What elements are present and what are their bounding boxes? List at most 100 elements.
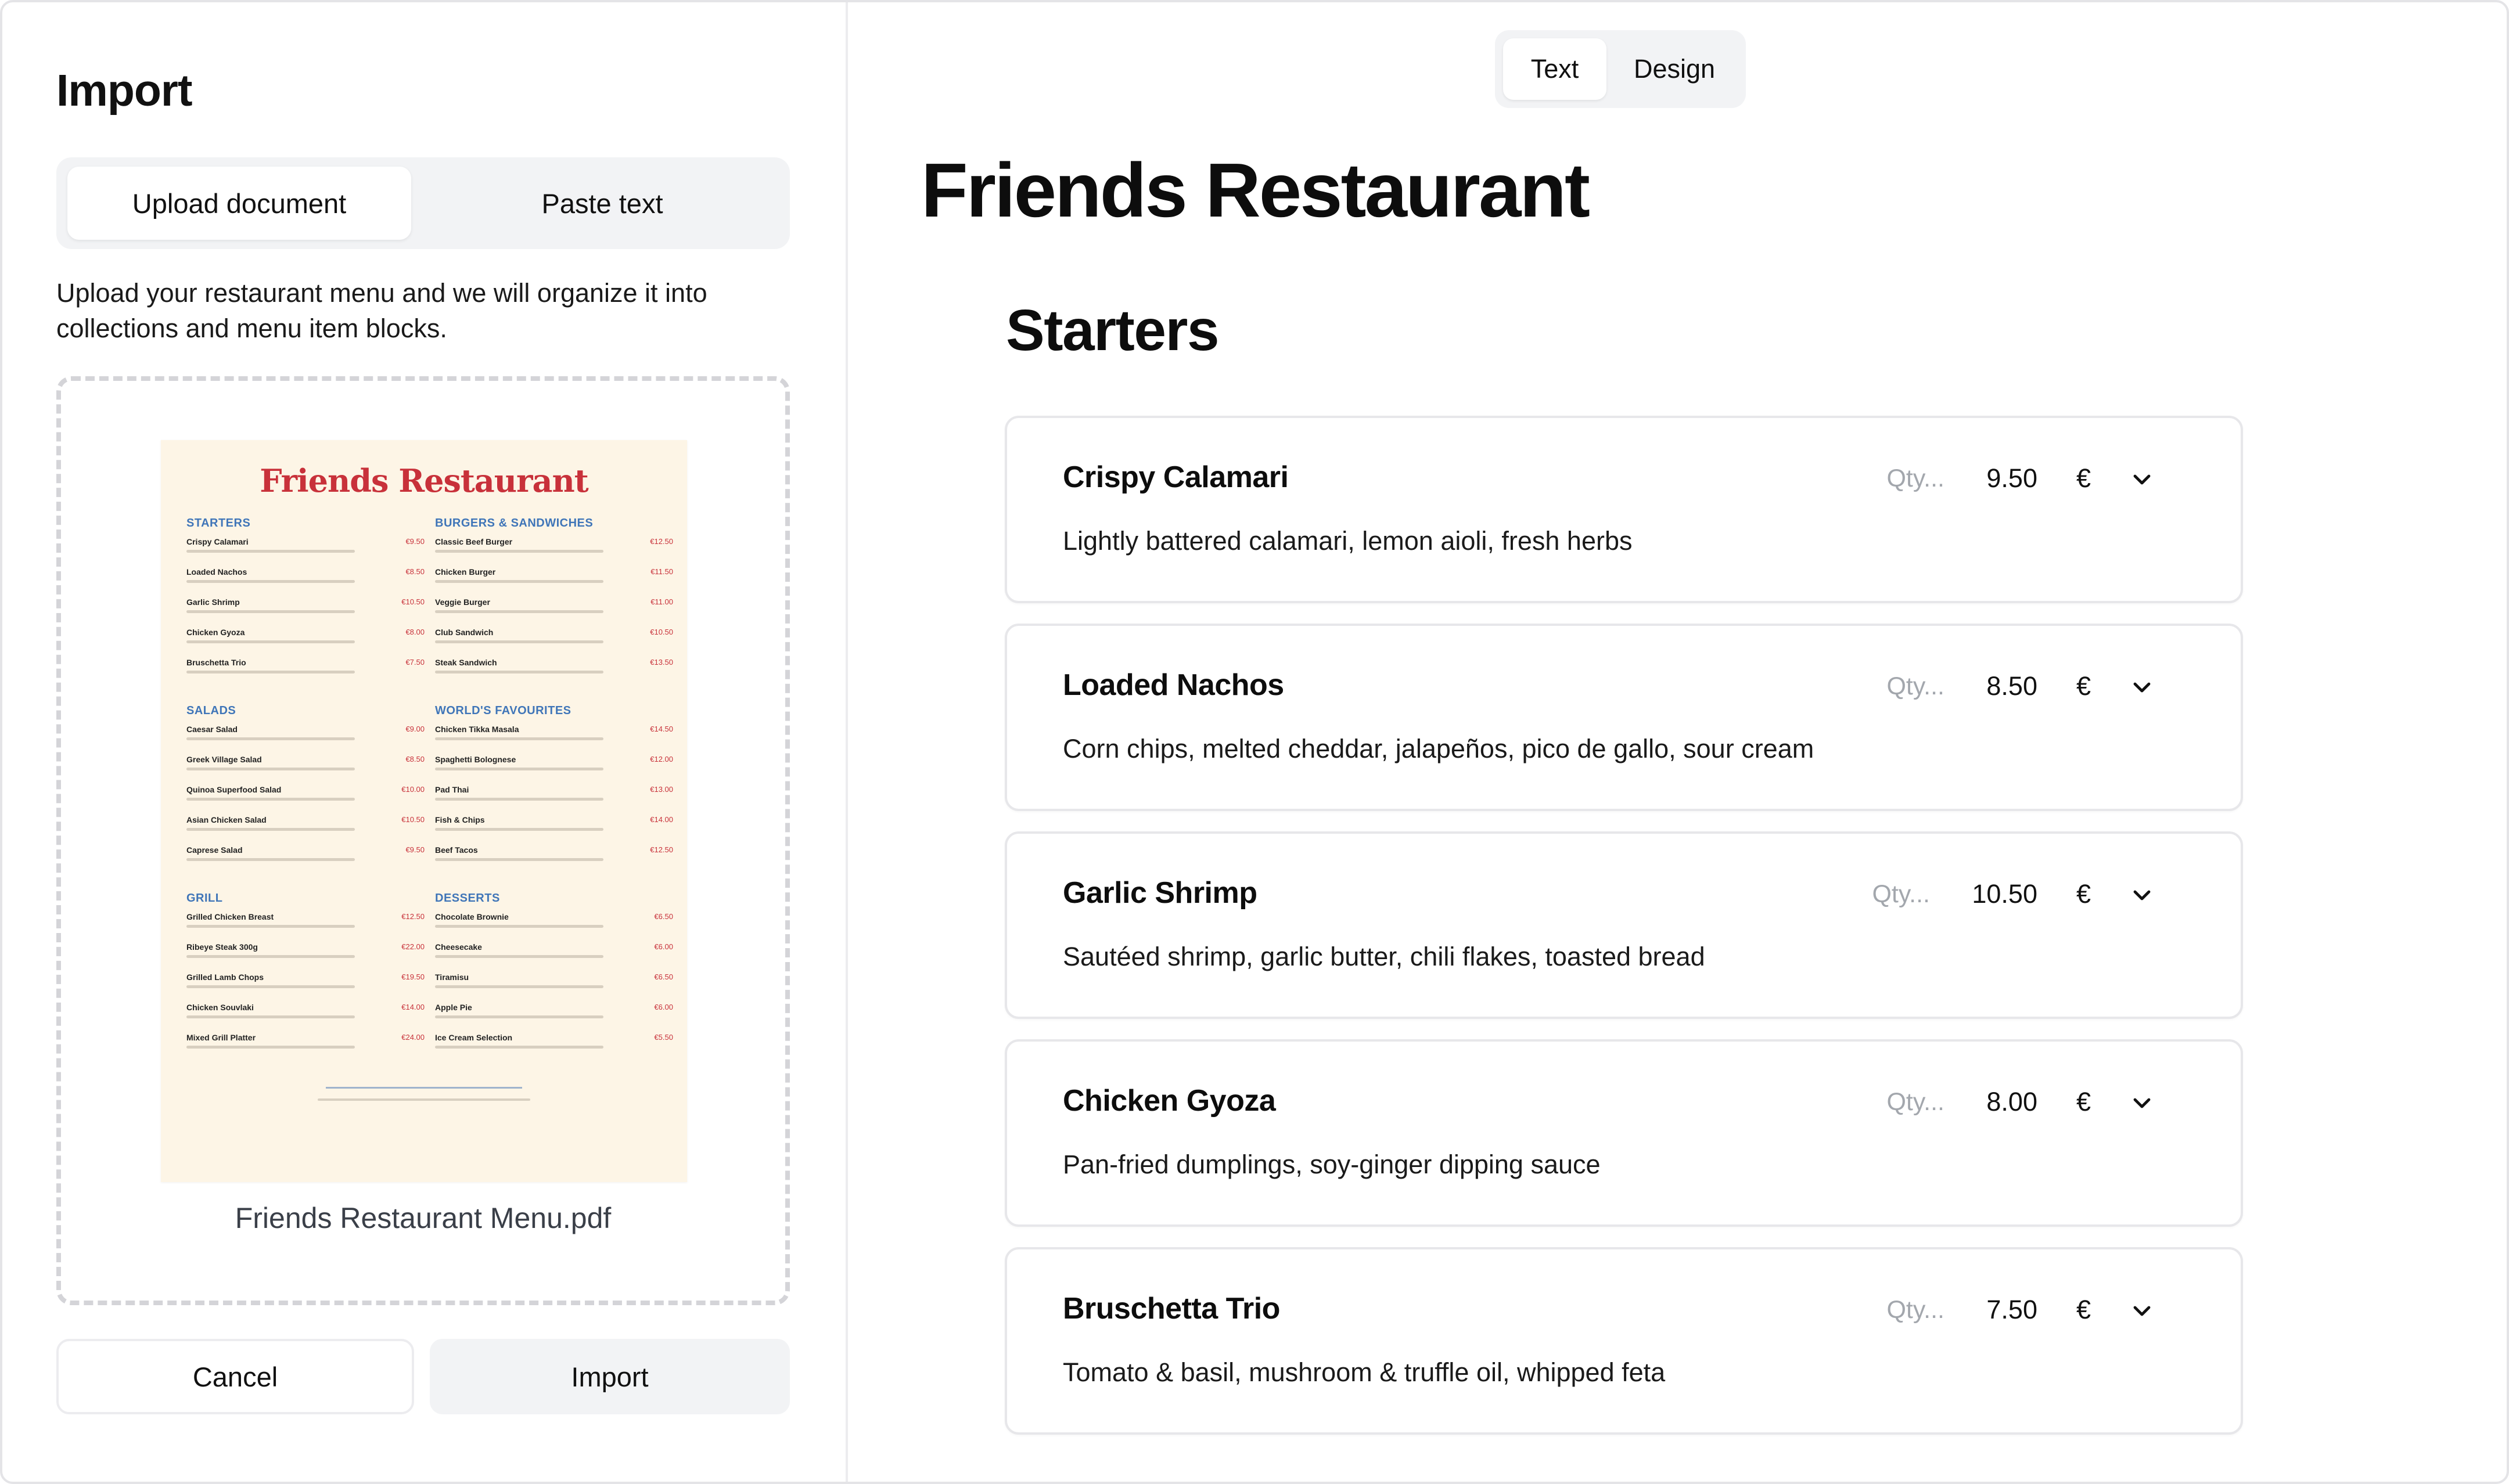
menu-editor: Text Design Friends Restaurant Starters … (850, 2, 2507, 1482)
preview-item: Quinoa Superfood Salad €10.00 (186, 785, 425, 815)
tab-upload-document[interactable]: Upload document (67, 167, 411, 240)
tab-paste-text[interactable]: Paste text (426, 167, 779, 240)
import-title: Import (56, 66, 193, 116)
item-description[interactable]: Lightly battered calamari, lemon aioli, … (1063, 526, 1633, 556)
upload-dropzone[interactable]: Friends Restaurant Starters Crispy Calama… (56, 376, 790, 1305)
restaurant-name[interactable]: Friends Restaurant (921, 146, 1590, 234)
item-description[interactable]: Sautéed shrimp, garlic butter, chili fla… (1063, 942, 1705, 972)
preview-item-price: €12.50 (401, 912, 425, 921)
preview-item-description-line (186, 955, 355, 958)
preview-section: Burgers & Sandwiches Classic Beef Burger €… (435, 517, 673, 688)
preview-item-description-line (186, 925, 355, 928)
preview-item-price: €7.50 (405, 658, 425, 667)
chevron-down-icon[interactable] (2130, 468, 2154, 491)
preview-item: Chocolate Brownie €6.50 (435, 912, 673, 942)
tab-text[interactable]: Text (1503, 38, 1606, 100)
price-input[interactable]: 7.50 (1950, 1295, 2037, 1325)
preview-item-name: Chicken Gyoza (186, 628, 245, 637)
preview-item-name: Crispy Calamari (186, 537, 249, 546)
document-thumbnail: Friends Restaurant Starters Crispy Calama… (161, 440, 687, 1182)
preview-column-left: Starters Crispy Calamari €9.50 Loaded Nacho… (186, 517, 425, 1079)
preview-item-price: €6.50 (654, 912, 673, 921)
item-name[interactable]: Bruschetta Trio (1063, 1291, 1280, 1326)
preview-section: Desserts Chocolate Brownie €6.50 Cheesecake… (435, 892, 673, 1063)
preview-item-name: Chicken Burger (435, 567, 496, 577)
menu-item-card[interactable]: Loaded Nachos Qty... 8.50 € Corn chips, … (1005, 624, 2243, 811)
preview-item: Pad Thai €13.00 (435, 785, 673, 815)
qty-input[interactable]: Qty... (1843, 880, 1930, 909)
preview-item-description-line (435, 985, 603, 988)
preview-item-description-line (186, 580, 355, 583)
preview-section: Salads Caesar Salad €9.00 Greek Village Sal… (186, 704, 425, 876)
preview-item-description-line (186, 1015, 355, 1018)
item-description[interactable]: Tomato & basil, mushroom & truffle oil, … (1063, 1357, 1665, 1388)
preview-item-description-line (435, 1046, 603, 1049)
menu-item-card[interactable]: Chicken Gyoza Qty... 8.00 € Pan-fried du… (1005, 1039, 2243, 1227)
currency-label: € (2076, 463, 2091, 493)
price-input[interactable]: 8.00 (1950, 1087, 2037, 1117)
preview-item-description-line (186, 737, 355, 740)
item-name[interactable]: Loaded Nachos (1063, 668, 1284, 703)
preview-item-description-line (435, 640, 603, 643)
preview-item-name: Ribeye Steak 300g (186, 942, 258, 952)
cancel-button[interactable]: Cancel (56, 1339, 414, 1414)
price-input[interactable]: 10.50 (1950, 879, 2037, 909)
menu-item-card[interactable]: Garlic Shrimp Qty... 10.50 € Sautéed shr… (1005, 831, 2243, 1019)
preview-item-description-line (435, 768, 603, 770)
preview-item-price: €10.50 (401, 597, 425, 606)
qty-input[interactable]: Qty... (1857, 1088, 1944, 1116)
item-name[interactable]: Garlic Shrimp (1063, 876, 1257, 910)
item-name[interactable]: Crispy Calamari (1063, 460, 1289, 495)
section-title[interactable]: Starters (1006, 297, 1219, 364)
item-description[interactable]: Pan-fried dumplings, soy-ginger dipping … (1063, 1150, 1601, 1180)
chevron-down-icon[interactable] (2130, 676, 2154, 699)
preview-item-name: Ice Cream Selection (435, 1033, 513, 1042)
preview-item-description-line (435, 550, 603, 553)
qty-input[interactable]: Qty... (1857, 1296, 1944, 1324)
preview-item-description-line (435, 1015, 603, 1018)
preview-item-price: €12.00 (650, 755, 673, 763)
preview-section-heading: Salads (186, 704, 236, 717)
preview-item: Chicken Tikka Masala €14.50 (435, 725, 673, 755)
import-button[interactable]: Import (430, 1339, 790, 1414)
chevron-down-icon[interactable] (2130, 884, 2154, 907)
preview-item-name: Caprese Salad (186, 845, 243, 855)
preview-item: Steak Sandwich €13.50 (435, 658, 673, 688)
preview-item-price: €12.50 (650, 537, 673, 546)
tab-design[interactable]: Design (1612, 38, 1737, 100)
preview-item-description-line (435, 858, 603, 861)
item-description[interactable]: Corn chips, melted cheddar, jalapeños, p… (1063, 734, 1814, 764)
preview-section: Grill Grilled Chicken Breast €12.50 Ribeye … (186, 892, 425, 1063)
preview-item-price: €6.50 (654, 972, 673, 981)
preview-item-price: €9.00 (405, 725, 425, 733)
menu-item-card[interactable]: Crispy Calamari Qty... 9.50 € Lightly ba… (1005, 416, 2243, 603)
preview-section-heading: World's Favourites (435, 704, 571, 717)
preview-item-description-line (186, 858, 355, 861)
menu-item-card[interactable]: Bruschetta Trio Qty... 7.50 € Tomato & b… (1005, 1247, 2243, 1435)
price-input[interactable]: 8.50 (1950, 671, 2037, 701)
preview-item: Apple Pie €6.00 (435, 1003, 673, 1033)
preview-item-price: €8.00 (405, 628, 425, 636)
preview-item: Cheesecake €6.00 (435, 942, 673, 972)
preview-item-name: Spaghetti Bolognese (435, 755, 516, 764)
item-name[interactable]: Chicken Gyoza (1063, 1083, 1276, 1118)
price-input[interactable]: 9.50 (1950, 463, 2037, 494)
import-panel: Import Upload document Paste text Upload… (2, 2, 848, 1482)
preview-item: Classic Beef Burger €12.50 (435, 537, 673, 567)
preview-item: Chicken Burger €11.50 (435, 567, 673, 597)
import-description: Upload your restaurant menu and we will … (56, 278, 707, 343)
qty-input[interactable]: Qty... (1857, 672, 1944, 701)
preview-item-name: Chocolate Brownie (435, 912, 509, 921)
preview-item-name: Chicken Souvlaki (186, 1003, 254, 1012)
preview-item: Chicken Gyoza €8.00 (186, 628, 425, 658)
preview-item-price: €22.00 (401, 942, 425, 951)
preview-item: Ribeye Steak 300g €22.00 (186, 942, 425, 972)
preview-item-description-line (186, 640, 355, 643)
chevron-down-icon[interactable] (2130, 1299, 2154, 1323)
qty-input[interactable]: Qty... (1857, 464, 1944, 493)
view-toggle: Text Design (1495, 30, 1746, 108)
preview-item-description-line (186, 768, 355, 770)
preview-item: Tiramisu €6.50 (435, 972, 673, 1003)
preview-item: Caprese Salad €9.50 (186, 845, 425, 876)
chevron-down-icon[interactable] (2130, 1092, 2154, 1115)
